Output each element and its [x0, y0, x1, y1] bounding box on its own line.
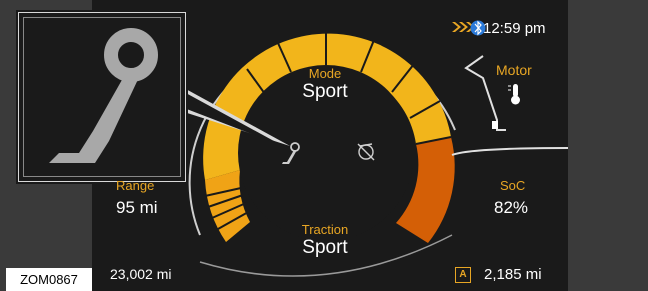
- thermometer-icon: [508, 84, 520, 105]
- range-label: Range: [116, 178, 155, 193]
- trip-meter: 2,185 mi: [484, 266, 542, 283]
- motor-label: Motor: [496, 62, 532, 78]
- mode-value: Sport: [302, 81, 348, 102]
- figure-reference: ZOM0867: [6, 268, 92, 291]
- traction-off-icon: [357, 143, 375, 161]
- traction-label: Traction: [301, 222, 349, 237]
- trip-badge: A: [455, 267, 471, 283]
- traction-value: Sport: [302, 237, 348, 258]
- mode-label: Mode: [308, 66, 342, 81]
- soc-label: SoC: [500, 178, 526, 193]
- range-value: 95 mi: [116, 198, 158, 217]
- soc-value: 82%: [494, 198, 529, 217]
- brake-pedal-icon: [282, 142, 300, 164]
- clock: 12:59 pm: [483, 20, 546, 37]
- odometer: 23,002 mi: [110, 266, 172, 282]
